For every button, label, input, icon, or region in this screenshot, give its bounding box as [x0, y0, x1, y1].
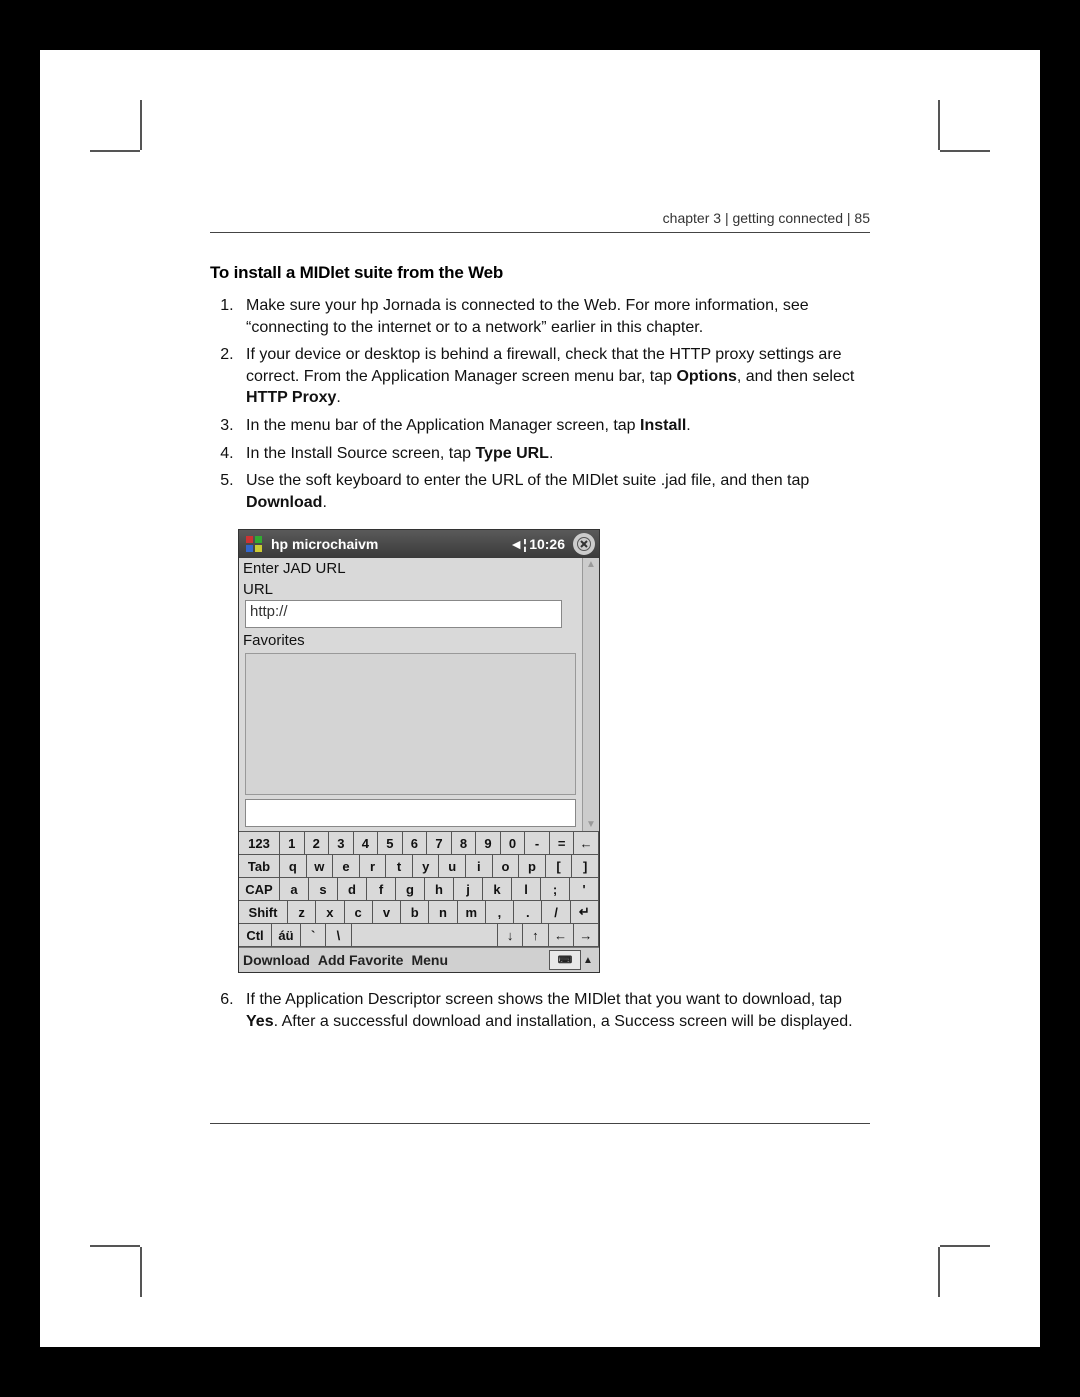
url-label: URL [241, 579, 580, 600]
close-button[interactable] [573, 533, 595, 555]
key-backtick[interactable]: ` [301, 924, 326, 946]
section-title: To install a MIDlet suite from the Web [210, 263, 870, 283]
key-w[interactable]: w [307, 855, 334, 877]
footer-rule [210, 1123, 870, 1124]
step-2: If your device or desktop is behind a fi… [238, 344, 870, 409]
step-4: In the Install Source screen, tap Type U… [238, 443, 870, 465]
key-p[interactable]: p [519, 855, 546, 877]
key-4[interactable]: 4 [354, 832, 379, 854]
key-x[interactable]: x [316, 901, 344, 923]
key-u[interactable]: u [439, 855, 466, 877]
key-accents[interactable]: áü [272, 924, 301, 946]
page-header: chapter 3 | getting connected | 85 [210, 210, 870, 233]
key-cap[interactable]: CAP [239, 878, 280, 900]
key-backspace[interactable]: ← [574, 832, 599, 854]
key-6[interactable]: 6 [403, 832, 428, 854]
menu-bar: Download Add Favorite Menu ⌨ ▲ [239, 947, 599, 972]
key-2[interactable]: 2 [305, 832, 330, 854]
menu-add-favorite[interactable]: Add Favorite [318, 952, 404, 968]
key-b[interactable]: b [401, 901, 429, 923]
menu-menu[interactable]: Menu [411, 952, 448, 968]
scrollbar[interactable]: ▲ ▼ [582, 558, 599, 831]
key-j[interactable]: j [454, 878, 483, 900]
menu-download[interactable]: Download [243, 952, 310, 968]
key-comma[interactable]: , [486, 901, 514, 923]
sip-keyboard-icon[interactable]: ⌨ [549, 950, 581, 970]
key-0[interactable]: 0 [501, 832, 526, 854]
scroll-up-icon[interactable]: ▲ [583, 558, 599, 571]
key-g[interactable]: g [396, 878, 425, 900]
key-5[interactable]: 5 [378, 832, 403, 854]
key-q[interactable]: q [280, 855, 307, 877]
step-6: If the Application Descriptor screen sho… [238, 989, 870, 1032]
url-input[interactable]: http:// [245, 600, 562, 628]
key-period[interactable]: . [514, 901, 542, 923]
key-left[interactable]: ← [549, 924, 574, 946]
section-label: getting connected [732, 210, 843, 226]
key-up[interactable]: ↑ [523, 924, 548, 946]
key-c[interactable]: c [345, 901, 373, 923]
title-bar: hp microchaivm ◄¦ 10:26 [239, 530, 599, 558]
app-title: hp microchaivm [269, 536, 509, 552]
key-8[interactable]: 8 [452, 832, 477, 854]
instruction-list-bottom: If the Application Descriptor screen sho… [210, 989, 870, 1032]
menu-up-icon[interactable]: ▲ [581, 955, 595, 966]
key-9[interactable]: 9 [476, 832, 501, 854]
scroll-down-icon[interactable]: ▼ [583, 818, 599, 831]
enter-url-label: Enter JAD URL [241, 558, 580, 579]
step-1: Make sure your hp Jornada is connected t… [238, 295, 870, 338]
key-t[interactable]: t [386, 855, 413, 877]
key-f[interactable]: f [367, 878, 396, 900]
step-5: Use the soft keyboard to enter the URL o… [238, 470, 870, 513]
key-e[interactable]: e [333, 855, 360, 877]
key-i[interactable]: i [466, 855, 493, 877]
key-l[interactable]: l [512, 878, 541, 900]
key-dash[interactable]: - [525, 832, 550, 854]
favorites-label: Favorites [241, 630, 580, 651]
key-k[interactable]: k [483, 878, 512, 900]
key-apostrophe[interactable]: ' [570, 878, 599, 900]
step-3: In the menu bar of the Application Manag… [238, 415, 870, 437]
key-3[interactable]: 3 [329, 832, 354, 854]
key-space[interactable] [352, 924, 499, 946]
key-shift[interactable]: Shift [239, 901, 288, 923]
key-slash[interactable]: / [542, 901, 570, 923]
device-screenshot: hp microchaivm ◄¦ 10:26 Enter JAD URL UR… [238, 529, 600, 973]
soft-keyboard[interactable]: 123 1 2 3 4 5 6 7 8 9 0 - = ← Tab [239, 831, 599, 947]
key-ctl[interactable]: Ctl [239, 924, 272, 946]
key-tab[interactable]: Tab [239, 855, 280, 877]
page-number: 85 [854, 210, 870, 226]
key-1[interactable]: 1 [280, 832, 305, 854]
key-down[interactable]: ↓ [498, 924, 523, 946]
windows-flag-icon[interactable] [243, 533, 265, 555]
key-rbracket[interactable]: ] [572, 855, 599, 877]
key-semicolon[interactable]: ; [541, 878, 570, 900]
key-enter[interactable]: ↵ [571, 901, 599, 923]
speaker-icon[interactable]: ◄¦ [509, 536, 525, 552]
key-lbracket[interactable]: [ [546, 855, 573, 877]
key-right[interactable]: → [574, 924, 599, 946]
instruction-list-top: Make sure your hp Jornada is connected t… [210, 295, 870, 513]
key-h[interactable]: h [425, 878, 454, 900]
chapter-label: chapter 3 [663, 210, 721, 226]
key-7[interactable]: 7 [427, 832, 452, 854]
key-o[interactable]: o [493, 855, 520, 877]
key-d[interactable]: d [338, 878, 367, 900]
key-m[interactable]: m [458, 901, 486, 923]
key-r[interactable]: r [360, 855, 387, 877]
favorites-listbox[interactable] [245, 653, 576, 795]
key-n[interactable]: n [429, 901, 457, 923]
secondary-input[interactable] [245, 799, 576, 827]
key-v[interactable]: v [373, 901, 401, 923]
key-backslash[interactable]: \ [326, 924, 351, 946]
key-equals[interactable]: = [550, 832, 575, 854]
key-123[interactable]: 123 [239, 832, 280, 854]
key-a[interactable]: a [280, 878, 309, 900]
key-s[interactable]: s [309, 878, 338, 900]
key-z[interactable]: z [288, 901, 316, 923]
clock[interactable]: 10:26 [525, 536, 569, 552]
key-y[interactable]: y [413, 855, 440, 877]
